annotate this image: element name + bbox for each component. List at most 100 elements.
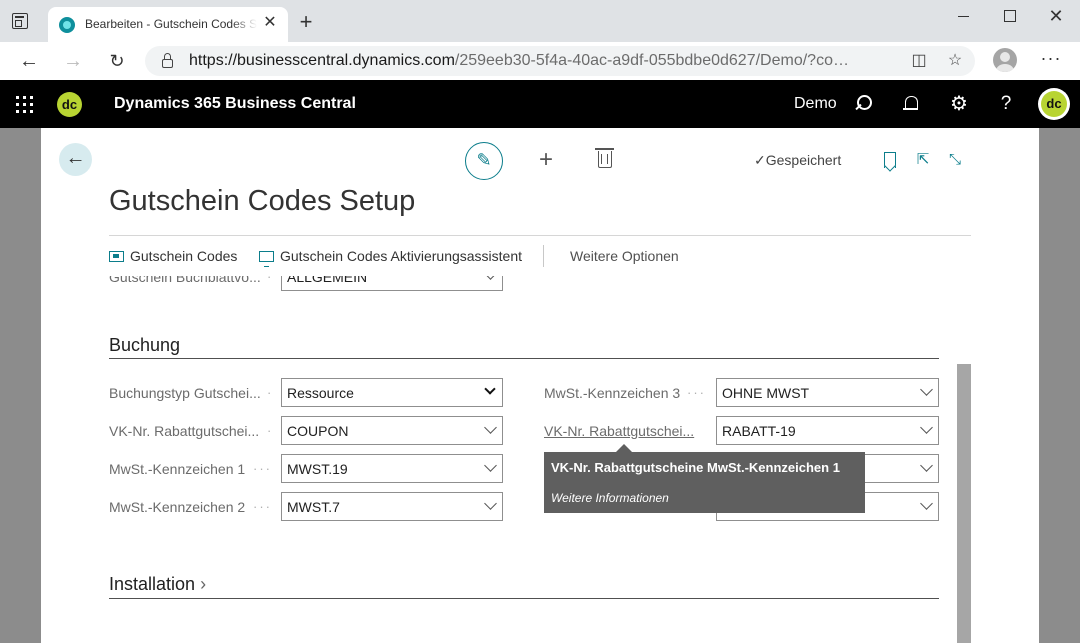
tooltip-more-link[interactable]: Weitere Informationen [551, 491, 669, 505]
vat-code-1-input[interactable]: MWST.19 [281, 454, 503, 483]
wizard-icon [259, 251, 274, 267]
notification-bell-icon[interactable] [901, 94, 921, 114]
field-value: Ressource [287, 385, 354, 401]
help-icon[interactable]: ? [996, 94, 1016, 114]
sales-no-coupon-vat-input[interactable]: RABATT-19 [716, 416, 939, 445]
field-value: MWST.7 [287, 499, 340, 515]
action-activation-wizard[interactable]: Gutschein Codes Aktivierungsassistent [259, 248, 523, 267]
action-divider [543, 245, 544, 267]
browser-forward-button[interactable]: → [62, 50, 84, 72]
browser-profile-avatar[interactable] [993, 48, 1017, 72]
favicon-icon [59, 17, 75, 33]
bookmark-icon[interactable] [884, 152, 896, 168]
field-dots: · [267, 276, 274, 284]
window-close-button[interactable]: ✕ [1042, 6, 1070, 26]
url-host: https://businesscentral.dynamics.com [189, 52, 455, 69]
chevron-down-icon[interactable] [484, 421, 497, 434]
chevron-down-icon[interactable] [920, 459, 933, 472]
url-text[interactable]: https://businesscentral.dynamics.com/259… [189, 52, 855, 70]
field-label: VK-Nr. Rabattgutschei... [109, 423, 260, 439]
collapse-icon[interactable]: ⤡ [946, 151, 964, 169]
journal-template-input[interactable]: ALLGEMEIN [281, 276, 503, 291]
field-dots: ··· [253, 499, 272, 514]
sales-no-coupon-input[interactable]: COUPON [281, 416, 503, 445]
vat-code-3-input[interactable]: OHNE MWST [716, 378, 939, 407]
browser-back-button[interactable]: ← [18, 50, 40, 72]
url-path: /259eeb30-5f4a-40ac-a9df-055bdbe0d627/De… [454, 52, 855, 69]
chevron-down-icon[interactable] [484, 383, 496, 395]
browser-more-button[interactable]: ··· [1038, 48, 1064, 72]
field-value: MWST.19 [287, 461, 348, 477]
settings-gear-icon[interactable]: ⚙ [949, 94, 969, 114]
app-launcher-icon[interactable] [16, 96, 33, 113]
user-initials: dc [1041, 91, 1067, 117]
window-maximize-button[interactable] [996, 6, 1024, 26]
section-divider [109, 358, 939, 359]
field-label: Gutschein Buchblattvo... [109, 276, 261, 285]
tab-title: Bearbeiten - Gutschein Codes Setup [85, 17, 257, 31]
chevron-down-icon[interactable] [484, 459, 497, 472]
field-row: MwSt.-Kennzeichen 2 ··· MWST.7 [109, 492, 504, 521]
company-name[interactable]: Demo [794, 95, 837, 113]
field-row: VK-Nr. Rabattgutschei... RABATT-19 [544, 416, 939, 445]
field-label: Buchungstyp Gutschei... [109, 385, 261, 401]
field-dots: · [267, 423, 274, 438]
app-title[interactable]: Dynamics 365 Business Central [114, 95, 356, 113]
field-row: Buchungstyp Gutschei... · Ressource [109, 378, 504, 407]
add-new-button[interactable]: + [535, 148, 557, 172]
lock-icon[interactable] [162, 53, 173, 68]
field-label-link[interactable]: VK-Nr. Rabattgutschei... [544, 423, 694, 439]
field-tooltip: VK-Nr. Rabattgutscheine MwSt.-Kennzeiche… [544, 444, 865, 513]
coupon-icon [109, 251, 124, 262]
section-divider [109, 598, 939, 599]
field-value: ALLGEMEIN [287, 276, 368, 285]
browser-reload-button[interactable]: ↻ [106, 50, 128, 72]
split-screen-icon[interactable]: ◫ [910, 52, 928, 70]
field-dots: ··· [687, 385, 706, 400]
browser-tab[interactable]: Bearbeiten - Gutschein Codes Setup ✕ [48, 7, 288, 42]
tab-close-icon[interactable]: ✕ [260, 13, 280, 33]
chevron-down-icon[interactable] [484, 276, 497, 280]
user-avatar[interactable]: dc [1038, 88, 1070, 120]
app-header: dc Dynamics 365 Business Central Demo ⚙ … [0, 80, 1080, 128]
section-title-buchung[interactable]: Buchung [109, 335, 180, 356]
vat-code-2-input[interactable]: MWST.7 [281, 492, 503, 521]
open-new-window-icon[interactable]: ⇱ [914, 151, 932, 169]
action-bar: Gutschein Codes Gutschein Codes Aktivier… [109, 235, 971, 275]
field-row: Gutschein Buchblattvo... · ALLGEMEIN [109, 276, 504, 291]
field-value: RABATT-19 [722, 423, 796, 439]
action-label: Gutschein Codes [130, 248, 238, 264]
address-bar[interactable]: https://businesscentral.dynamics.com/259… [145, 46, 975, 76]
page-title: Gutschein Codes Setup [109, 185, 416, 217]
field-label: MwSt.-Kennzeichen 3 [544, 385, 681, 401]
saved-status: ✓Gespeichert [754, 152, 842, 168]
field-dots: ··· [253, 461, 272, 476]
action-label: Gutschein Codes Aktivierungsassistent [280, 248, 523, 264]
field-value: COUPON [287, 423, 349, 439]
field-value: OHNE MWST [722, 385, 810, 401]
field-dots: · [267, 385, 274, 400]
action-more-options[interactable]: Weitere Optionen [570, 248, 679, 264]
field-label: MwSt.-Kennzeichen 1 [109, 461, 246, 477]
search-icon[interactable] [853, 94, 873, 114]
chevron-right-icon: › [200, 574, 207, 594]
field-row: VK-Nr. Rabattgutschei... · COUPON [109, 416, 504, 445]
scrollbar-thumb[interactable] [957, 364, 971, 643]
section-title-installation[interactable]: Installation › [109, 574, 206, 595]
page-back-button[interactable]: ← [59, 143, 92, 176]
chevron-down-icon[interactable] [920, 497, 933, 510]
edit-pencil-icon[interactable]: ✎ [465, 142, 503, 180]
window-minimize-button[interactable] [950, 6, 978, 26]
posting-type-select[interactable]: Ressource [281, 378, 503, 407]
add-favorite-icon[interactable]: ☆ [946, 52, 964, 70]
delete-trash-icon[interactable] [595, 148, 614, 168]
browser-toolbar: ← → ↻ https://businesscentral.dynamics.c… [0, 42, 1080, 80]
action-gutschein-codes[interactable]: Gutschein Codes [109, 248, 237, 264]
new-tab-button[interactable]: + [295, 11, 317, 33]
chevron-down-icon[interactable] [920, 383, 933, 396]
tab-actions-icon[interactable] [12, 13, 28, 29]
chevron-down-icon[interactable] [484, 497, 497, 510]
chevron-down-icon[interactable] [920, 421, 933, 434]
company-logo: dc [57, 92, 82, 117]
browser-tab-strip: Bearbeiten - Gutschein Codes Setup ✕ + ✕ [0, 0, 1080, 42]
